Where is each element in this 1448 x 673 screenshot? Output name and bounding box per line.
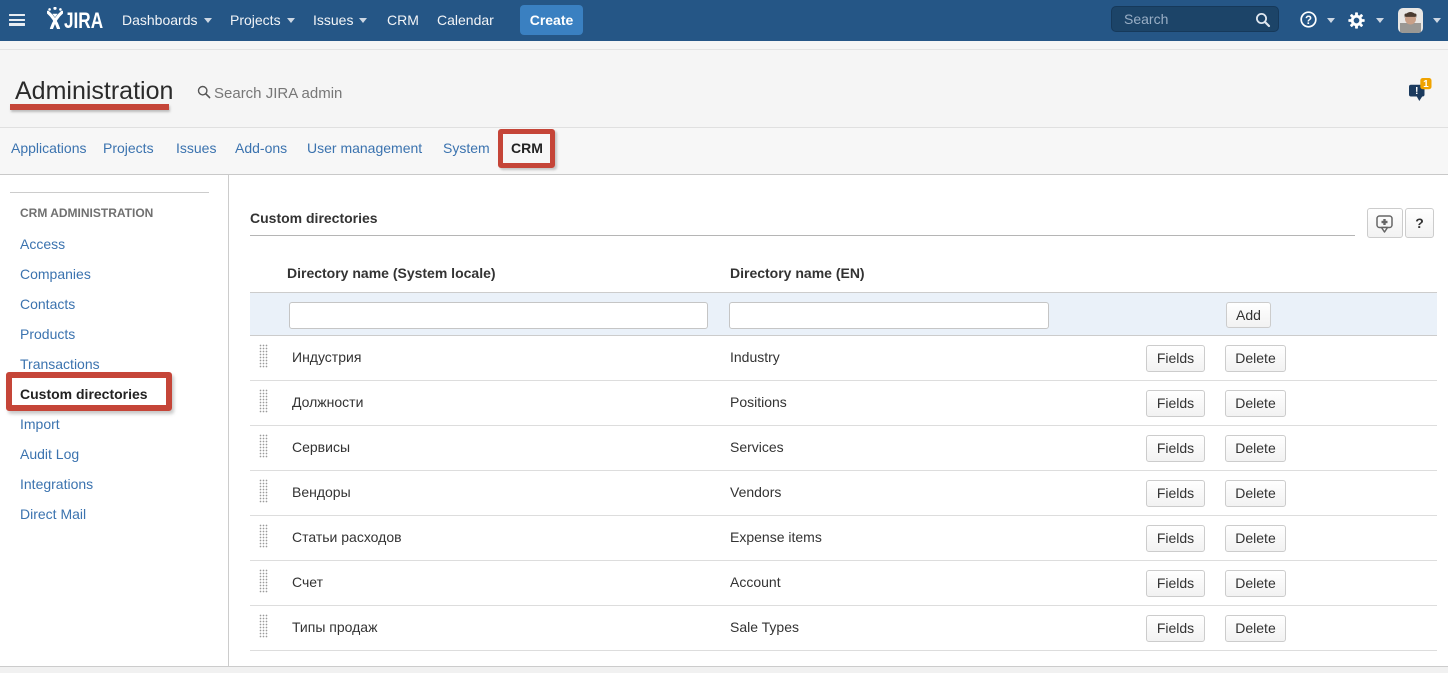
svg-text:1: 1 [1423,79,1429,90]
svg-text:!: ! [1415,85,1419,97]
svg-text:?: ? [1305,15,1312,27]
